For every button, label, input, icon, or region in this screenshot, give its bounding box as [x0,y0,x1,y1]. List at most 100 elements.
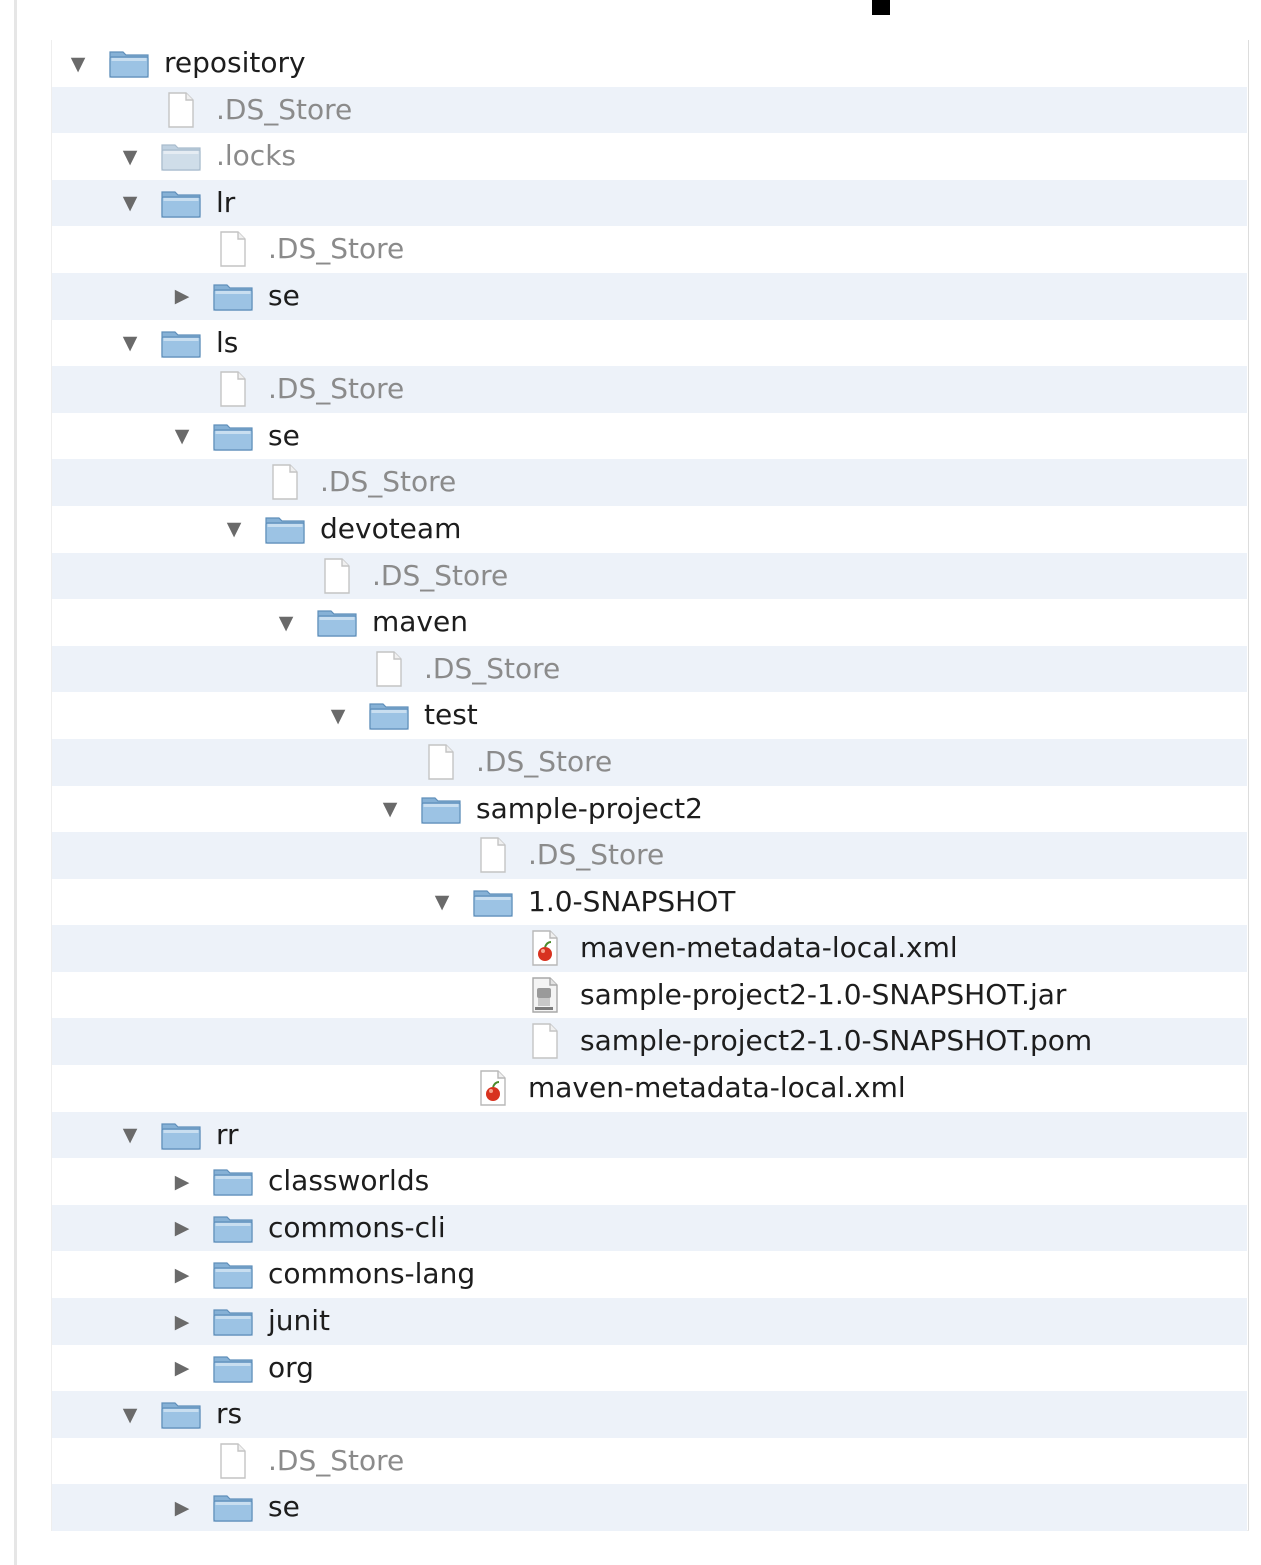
disclosure-triangle-collapsed-icon[interactable]: ▶ [171,1359,193,1379]
folder-icon [366,697,412,733]
folder-name: 1.0-SNAPSHOT [528,884,736,918]
file-row[interactable]: sample-project2-1.0-SNAPSHOT.jar [52,971,1247,1019]
folder-name: sample-project2 [476,791,703,825]
folder-icon [418,791,464,827]
folder-name: org [268,1350,314,1384]
disclosure-triangle-expanded-icon[interactable]: ▼ [119,1126,141,1146]
folder-row[interactable]: ▼ repository [52,40,1247,87]
folder-icon [262,511,308,547]
file-row[interactable]: maven-metadata-local.xml [52,925,1247,972]
folder-name: commons-lang [268,1257,476,1291]
file-row[interactable]: .DS_Store [52,645,1247,693]
folder-name: rr [216,1117,239,1151]
disclosure-triangle-collapsed-icon[interactable]: ▶ [171,1498,193,1518]
document-icon [158,91,204,128]
folder-row[interactable]: ▼ rs [52,1391,1247,1438]
folder-icon [210,1350,256,1386]
document-icon [418,744,464,780]
window-left-edge [14,0,17,1565]
file-row[interactable]: .DS_Store [52,552,1247,600]
folder-row[interactable]: ▼ ls [52,319,1247,367]
disclosure-triangle-expanded-icon[interactable]: ▼ [119,1405,141,1425]
disclosure-triangle-expanded-icon[interactable]: ▼ [67,54,89,74]
disclosure-triangle-expanded-icon[interactable]: ▼ [223,520,245,540]
file-name: .DS_Store [268,232,405,266]
file-name: maven-metadata-local.xml [580,931,958,965]
file-name: .DS_Store [372,558,509,592]
disclosure-triangle-collapsed-icon[interactable]: ▶ [171,1172,193,1192]
disclosure-triangle-collapsed-icon[interactable]: ▶ [171,1265,193,1285]
folder-icon [158,1396,204,1432]
folder-icon [210,1489,256,1525]
folder-row[interactable]: ▼ lr [52,179,1247,227]
disclosure-triangle-expanded-icon[interactable]: ▼ [119,147,141,167]
folder-row[interactable]: ▼ sample-project2 [52,785,1247,833]
folder-name: .locks [216,139,297,173]
file-row[interactable]: .DS_Store [52,832,1247,879]
folder-icon [106,45,152,81]
disclosure-triangle-expanded-icon[interactable]: ▼ [379,800,401,820]
file-name: .DS_Store [268,372,405,406]
folder-icon [158,138,204,174]
disclosure-triangle-collapsed-icon[interactable]: ▶ [171,287,193,307]
disclosure-triangle-collapsed-icon[interactable]: ▶ [171,1312,193,1332]
folder-row[interactable]: ▶ classworlds [52,1158,1247,1205]
file-name: .DS_Store [424,651,561,685]
disclosure-triangle-expanded-icon[interactable]: ▼ [119,334,141,354]
disclosure-triangle-expanded-icon[interactable]: ▼ [275,613,297,633]
file-name: .DS_Store [320,465,457,499]
folder-name: rs [216,1397,243,1431]
folder-row[interactable]: ▼ devoteam [52,505,1247,553]
folder-row[interactable]: ▼ rr [52,1111,1247,1159]
folder-icon [210,278,256,314]
document-icon [210,1443,256,1479]
document-icon [366,651,412,687]
file-name: .DS_Store [528,838,665,872]
file-tree: ▼ repository .DS_Store ▼ .locks ▼ lr .DS_Store ▶… [52,40,1247,1531]
file-row[interactable]: .DS_Store [52,366,1247,413]
folder-name: junit [268,1304,331,1338]
disclosure-triangle-collapsed-icon[interactable]: ▶ [171,1219,193,1239]
folder-icon [314,604,360,640]
folder-row[interactable]: ▶ se [52,272,1247,320]
folder-name: test [424,698,478,732]
folder-row[interactable]: ▶ commons-cli [52,1204,1247,1252]
file-name: sample-project2-1.0-SNAPSHOT.jar [580,977,1067,1011]
folder-icon [470,884,516,920]
document-icon [262,464,308,501]
xml-file-icon [522,930,568,966]
folder-row[interactable]: ▶ org [52,1344,1247,1392]
folder-icon [210,1256,256,1292]
file-row[interactable]: .DS_Store [52,86,1247,134]
folder-row[interactable]: ▼ se [52,412,1247,460]
folder-icon [210,1210,256,1246]
file-name: maven-metadata-local.xml [528,1071,906,1105]
file-name: sample-project2-1.0-SNAPSHOT.pom [580,1024,1093,1058]
folder-row[interactable]: ▼ .locks [52,133,1247,180]
disclosure-triangle-expanded-icon[interactable]: ▼ [431,893,453,913]
file-name: .DS_Store [216,92,353,126]
file-name: .DS_Store [268,1443,405,1477]
document-icon [470,837,516,873]
file-row[interactable]: .DS_Store [52,459,1247,506]
disclosure-triangle-expanded-icon[interactable]: ▼ [171,427,193,447]
folder-name: se [268,1490,300,1524]
folder-name: classworlds [268,1164,430,1198]
document-icon [210,371,256,407]
disclosure-triangle-expanded-icon[interactable]: ▼ [119,194,141,214]
folder-row[interactable]: ▶ junit [52,1298,1247,1345]
file-row[interactable]: .DS_Store [52,226,1247,273]
folder-name: se [268,418,300,452]
folder-row[interactable]: ▼ 1.0-SNAPSHOT [52,878,1247,926]
document-icon [210,231,256,268]
disclosure-triangle-expanded-icon[interactable]: ▼ [327,706,349,726]
folder-name: ls [216,325,239,359]
folder-row[interactable]: ▼ maven [52,599,1247,646]
folder-row[interactable]: ▶ se [52,1484,1247,1531]
file-row[interactable]: maven-metadata-local.xml [52,1065,1247,1112]
folder-row[interactable]: ▶ commons-lang [52,1251,1247,1299]
file-row[interactable]: .DS_Store [52,1437,1247,1485]
file-row[interactable]: .DS_Store [52,738,1247,786]
file-row[interactable]: sample-project2-1.0-SNAPSHOT.pom [52,1018,1247,1066]
folder-row[interactable]: ▼ test [52,692,1247,739]
